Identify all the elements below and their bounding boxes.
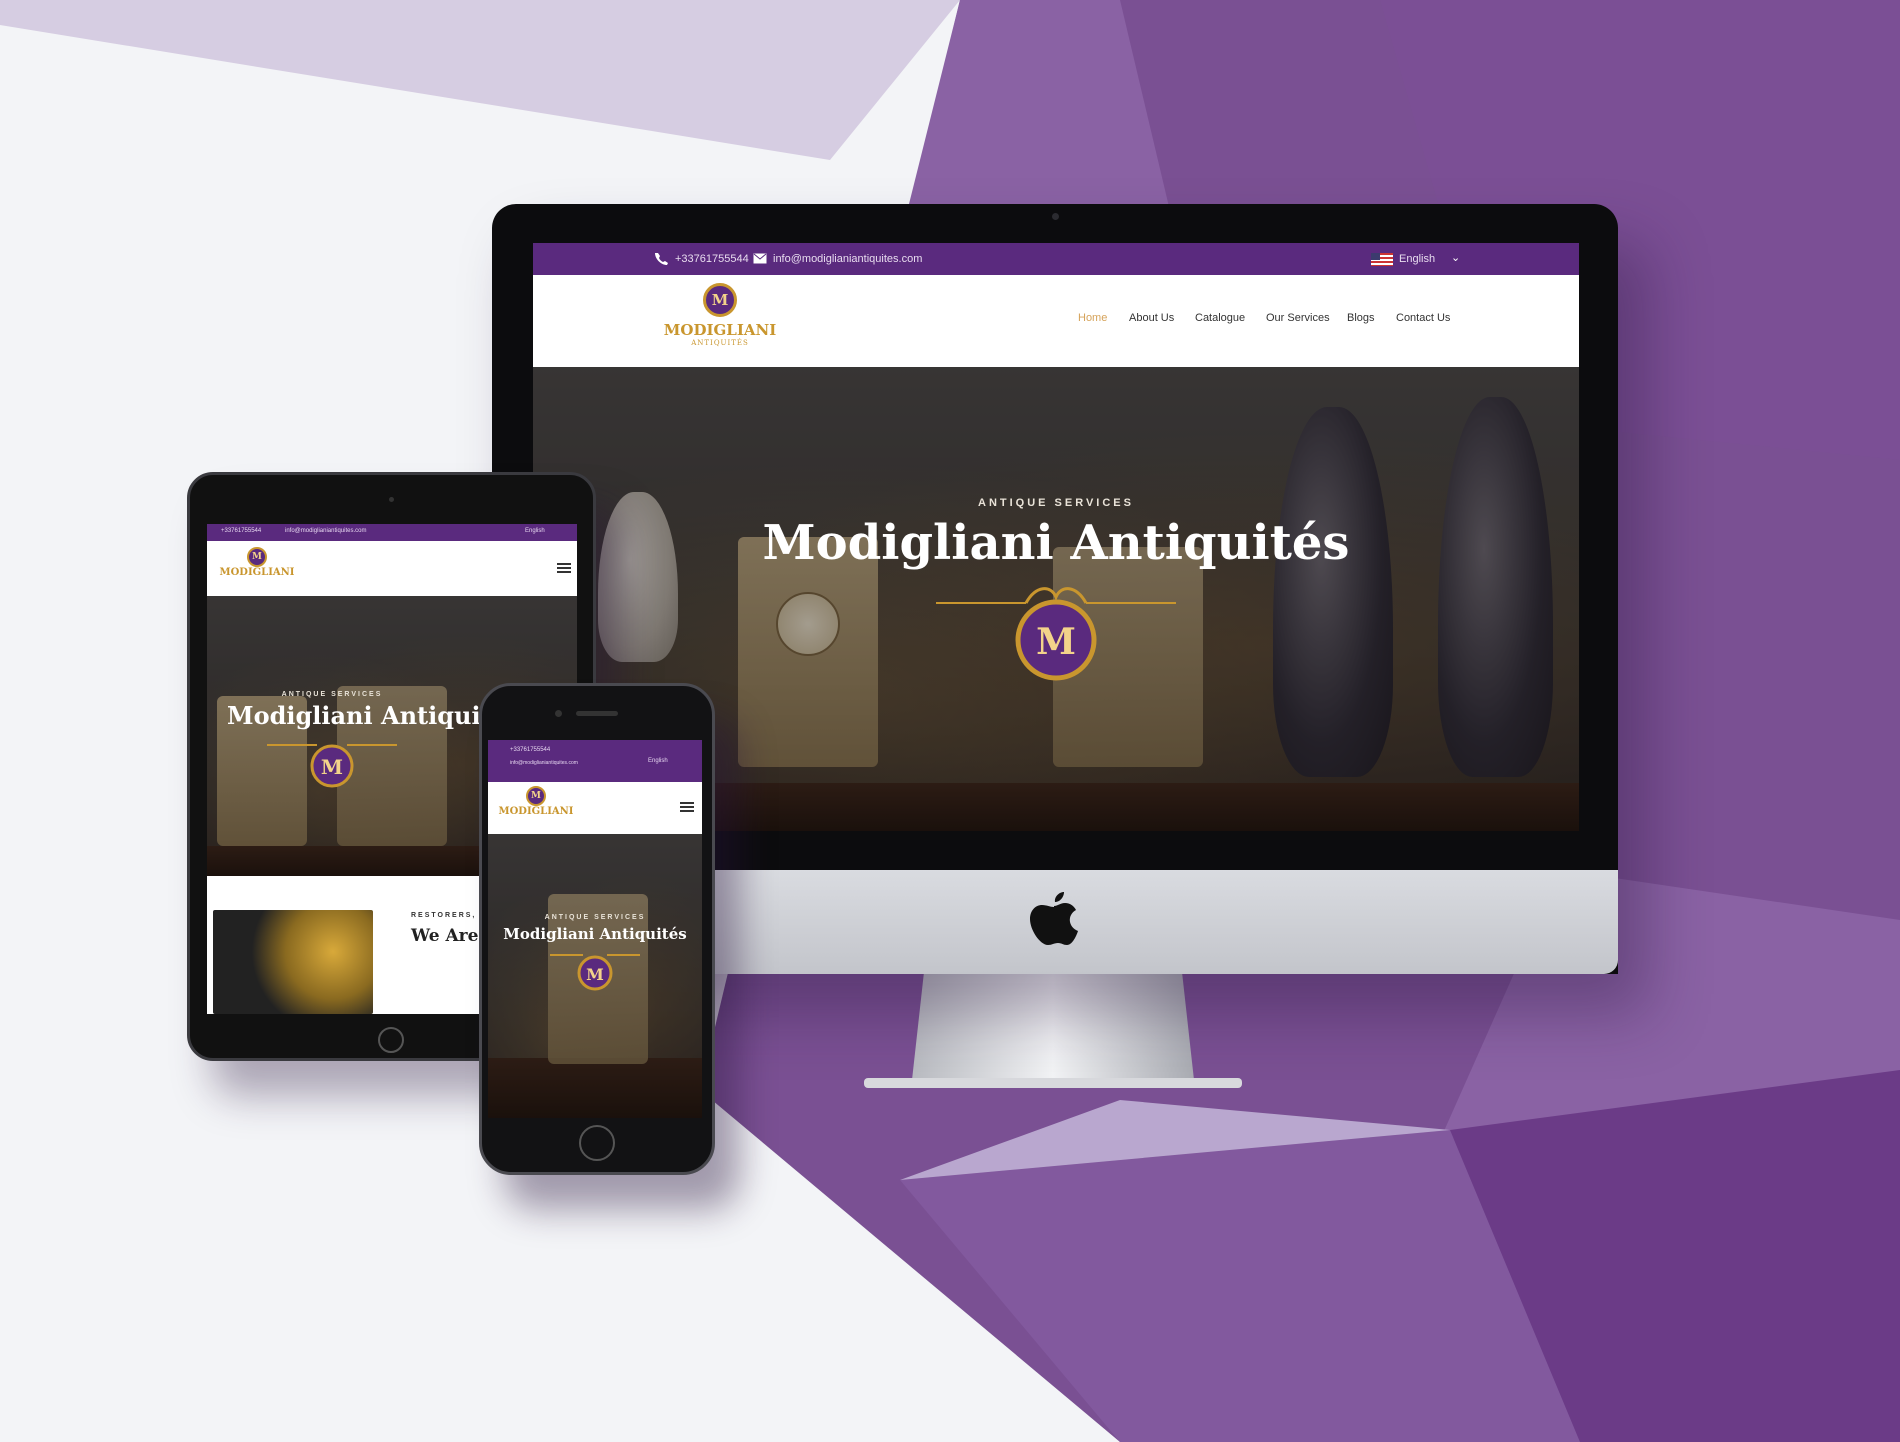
- mail-icon: [753, 253, 767, 264]
- logo-name: MODIGLIANI: [219, 567, 295, 578]
- logo-monogram-icon: M: [703, 283, 737, 317]
- imac-stand: [864, 972, 1242, 1088]
- site-header: M MODIGLIANI: [488, 782, 702, 834]
- iphone-home-button[interactable]: [579, 1125, 615, 1161]
- phone-icon: [655, 253, 668, 265]
- logo-monogram-icon: M: [247, 547, 267, 567]
- top-contact-bar: +33761755544 info@modiglianiantiquites.c…: [533, 243, 1579, 275]
- nav-blogs[interactable]: Blogs: [1347, 312, 1375, 324]
- email-link[interactable]: info@modiglianiantiquites.com: [285, 528, 366, 534]
- iphone-screen: +33761755544 info@modiglianiantiquites.c…: [488, 740, 702, 1118]
- imac-camera: [1052, 213, 1059, 220]
- us-flag-icon: [1371, 253, 1393, 266]
- hero-title: Modigliani Antiquités: [227, 701, 521, 730]
- ornament-monogram-icon: M: [267, 744, 397, 788]
- iphone-speaker: [576, 711, 618, 716]
- logo-name: MODIGLIANI: [663, 321, 777, 339]
- ornament-monogram-icon: M: [936, 587, 1176, 681]
- hero-content: ANTIQUE SERVICES Modigliani Antiquités M: [533, 497, 1579, 690]
- nav-catalogue[interactable]: Catalogue: [1195, 312, 1245, 324]
- hamburger-menu-icon[interactable]: [557, 563, 571, 573]
- hero-content: ANTIQUE SERVICES Modigliani Antiquités M: [207, 691, 521, 795]
- svg-text:M: M: [586, 965, 604, 984]
- nav-contact-us[interactable]: Contact Us: [1396, 312, 1450, 324]
- language-selector[interactable]: English: [525, 528, 545, 534]
- hero-banner: ANTIQUE SERVICES Modigliani Antiquités M: [488, 834, 702, 1118]
- hero-kicker: ANTIQUE SERVICES: [978, 497, 1134, 509]
- svg-text:M: M: [1036, 621, 1076, 663]
- site-logo[interactable]: M MODIGLIANI ANTIQUITÉS: [655, 283, 785, 361]
- hero-content: ANTIQUE SERVICES Modigliani Antiquités M: [488, 914, 702, 998]
- nav-home[interactable]: Home: [1078, 312, 1107, 324]
- logo-sub: ANTIQUITÉS: [691, 339, 749, 347]
- language-selector[interactable]: English: [1399, 253, 1435, 265]
- logo-monogram-icon: M: [526, 786, 546, 806]
- ipad-home-button[interactable]: [378, 1027, 404, 1053]
- ipad-camera: [389, 497, 394, 502]
- email-link[interactable]: info@modiglianiantiquites.com: [510, 760, 610, 766]
- phone-number[interactable]: +33761755544: [221, 528, 261, 534]
- site-logo[interactable]: M MODIGLIANI: [217, 547, 297, 578]
- about-kicker: RESTORERS, S: [411, 912, 487, 919]
- about-image: [213, 910, 373, 1014]
- site-logo[interactable]: M MODIGLIANI: [496, 786, 576, 817]
- hero-title: Modigliani Antiquités: [503, 925, 687, 943]
- svg-text:M: M: [321, 755, 343, 779]
- nav-about-us[interactable]: About Us: [1129, 312, 1174, 324]
- hero-kicker: ANTIQUE SERVICES: [281, 691, 383, 698]
- language-selector[interactable]: English: [648, 758, 668, 764]
- site-header: M MODIGLIANI ANTIQUITÉS Home About Us Ca…: [533, 275, 1579, 367]
- top-contact-bar: +33761755544 info@modiglianiantiquites.c…: [488, 740, 702, 782]
- phone-number[interactable]: +33761755544: [510, 747, 550, 753]
- nav-our-services[interactable]: Our Services: [1266, 312, 1330, 324]
- hamburger-menu-icon[interactable]: [680, 802, 694, 812]
- chevron-down-icon[interactable]: ⌄: [1451, 251, 1460, 264]
- top-contact-bar: +33761755544 info@modiglianiantiquites.c…: [207, 524, 577, 541]
- phone-number[interactable]: +33761755544: [675, 253, 749, 265]
- hero-title: Modigliani Antiquités: [762, 515, 1350, 571]
- ornament-monogram-icon: M: [550, 954, 640, 991]
- apple-logo-icon: [1030, 892, 1078, 945]
- iphone-camera: [555, 710, 562, 717]
- hero-kicker: ANTIQUE SERVICES: [544, 914, 646, 921]
- logo-name: MODIGLIANI: [498, 806, 574, 817]
- site-header: M MODIGLIANI: [207, 541, 577, 596]
- email-link[interactable]: info@modiglianiantiquites.com: [773, 253, 922, 265]
